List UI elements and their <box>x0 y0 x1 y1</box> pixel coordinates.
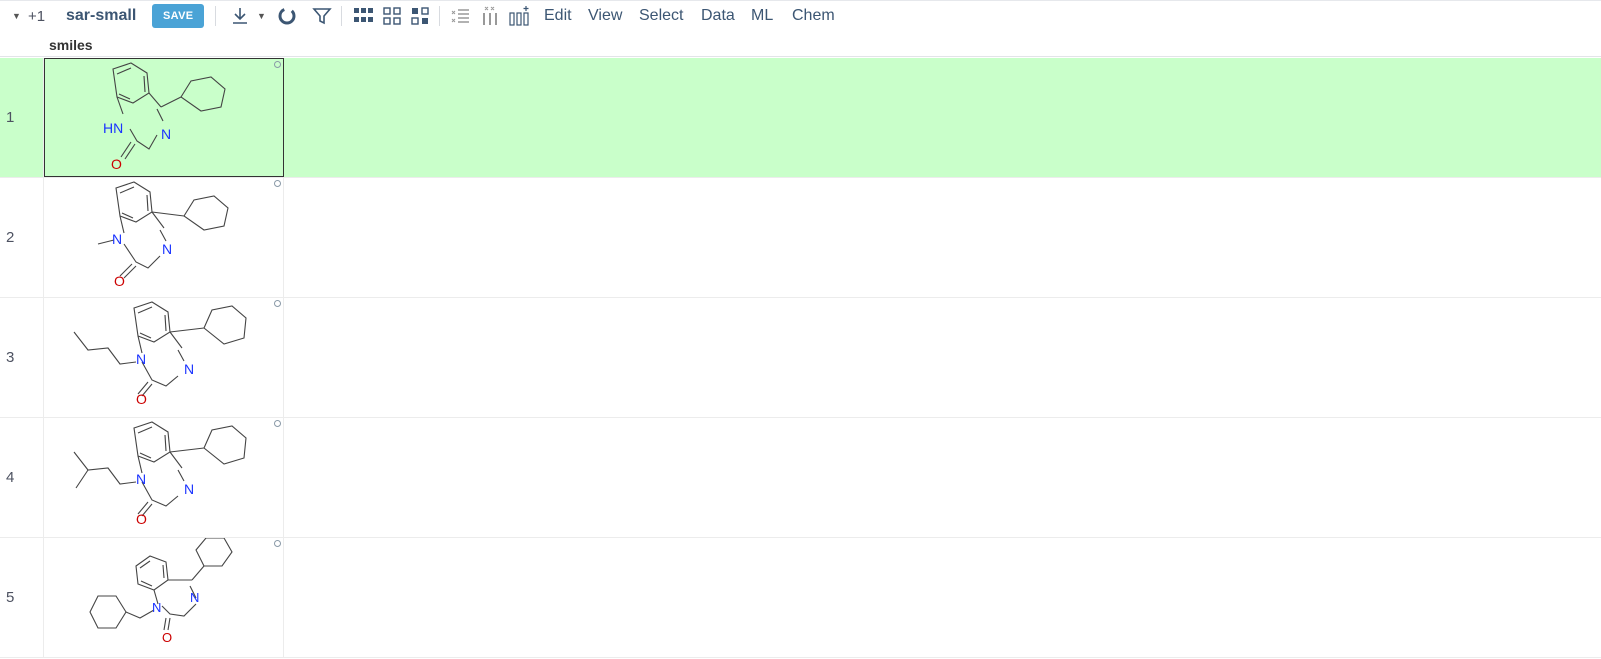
add-columns-icon[interactable] <box>508 5 530 27</box>
svg-text:N: N <box>136 471 146 487</box>
caret-down-icon[interactable]: ▼ <box>12 1 21 31</box>
remove-rows-icon[interactable] <box>450 5 472 27</box>
remove-columns-icon[interactable] <box>479 5 501 27</box>
table-row[interactable]: 4 N N O <box>0 418 1601 538</box>
molecule-structure: HN N O <box>103 62 226 172</box>
svg-text:N: N <box>152 600 161 615</box>
molecule-structure: N N O <box>97 181 229 289</box>
filter-icon[interactable] <box>311 5 333 27</box>
table-row[interactable]: 5 N N O <box>0 538 1601 658</box>
toolbar-divider <box>341 6 342 26</box>
project-title[interactable]: sar-small <box>66 1 136 31</box>
molecule-structure: N N O <box>73 301 247 407</box>
column-header-smiles[interactable]: smiles <box>44 34 93 56</box>
table-row[interactable]: 1 HN N O <box>0 58 1601 178</box>
molecule-cell[interactable]: N N O <box>44 418 284 537</box>
toolbar-divider <box>215 6 216 26</box>
save-button[interactable]: SAVE <box>152 4 205 28</box>
molecule-structure: N N O <box>89 538 233 645</box>
row-number[interactable]: 1 <box>0 58 44 177</box>
svg-text:N: N <box>112 231 122 247</box>
menu-chem[interactable]: Chem <box>792 1 835 31</box>
svg-text:O: O <box>114 273 125 289</box>
svg-text:N: N <box>184 361 194 377</box>
molecule-cell[interactable]: N N O <box>44 178 284 297</box>
svg-text:O: O <box>136 511 147 527</box>
grid-layout-icon[interactable] <box>352 5 374 27</box>
table-row[interactable]: 3 N N O <box>0 298 1601 418</box>
menu-data[interactable]: Data <box>701 1 735 31</box>
menu-view[interactable]: View <box>588 1 622 31</box>
svg-text:N: N <box>136 351 146 367</box>
svg-text:N: N <box>184 481 194 497</box>
grid-layout-outline-icon[interactable] <box>381 5 403 27</box>
svg-text:HN: HN <box>103 120 123 136</box>
header-divider <box>0 56 1601 57</box>
menu-select[interactable]: Select <box>639 1 683 31</box>
svg-text:N: N <box>162 241 172 257</box>
download-icon[interactable] <box>229 5 251 27</box>
molecule-cell[interactable]: HN N O <box>44 58 284 177</box>
svg-text:O: O <box>136 391 147 407</box>
row-number[interactable]: 3 <box>0 298 44 417</box>
molecule-cell[interactable]: N N O <box>44 298 284 417</box>
grid-layout-alt-icon[interactable] <box>409 5 431 27</box>
svg-text:N: N <box>190 590 199 605</box>
svg-text:O: O <box>111 156 122 172</box>
molecule-cell[interactable]: N N O <box>44 538 284 657</box>
refresh-icon[interactable] <box>276 5 298 27</box>
menu-edit[interactable]: Edit <box>544 1 572 31</box>
table-row[interactable]: 2 N N O <box>0 178 1601 298</box>
toolbar-divider <box>439 6 440 26</box>
molecule-structure: N N O <box>73 421 247 527</box>
row-number[interactable]: 4 <box>0 418 44 537</box>
menu-ml[interactable]: ML <box>751 1 773 31</box>
svg-text:O: O <box>162 630 172 645</box>
svg-text:N: N <box>161 126 171 142</box>
download-caret-icon[interactable]: ▼ <box>257 1 266 31</box>
row-number[interactable]: 5 <box>0 538 44 657</box>
row-number[interactable]: 2 <box>0 178 44 297</box>
toolbar: ▼ +1 sar-small SAVE ▼ Edit View Select D… <box>0 0 1601 31</box>
views-count-badge[interactable]: +1 <box>28 1 45 31</box>
